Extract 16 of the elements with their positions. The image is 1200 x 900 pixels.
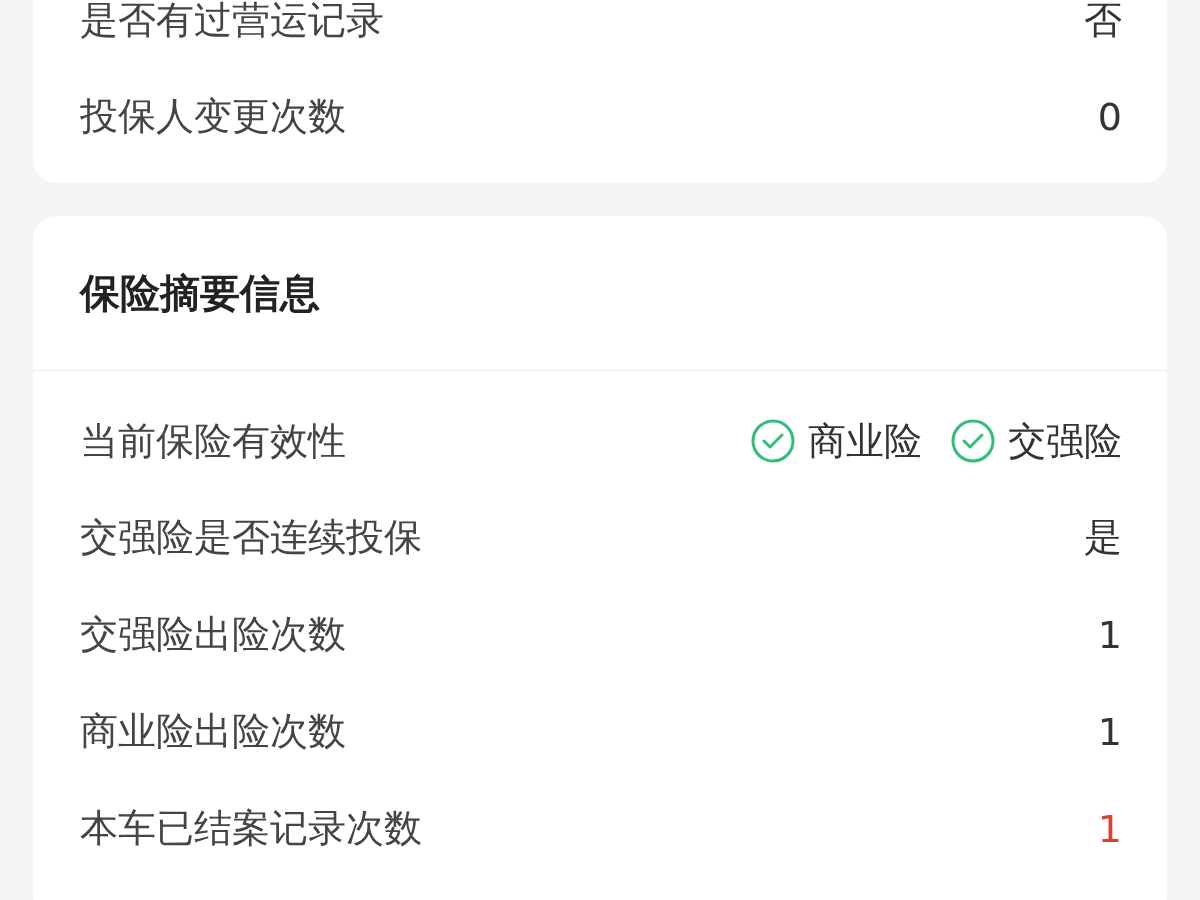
insurance-type: 交强险 — [1008, 417, 1122, 465]
row-label: 交强险出险次数 — [80, 611, 346, 658]
row-label: 当前保险有效性 — [80, 417, 346, 465]
row-label: 交强险是否连续投保 — [80, 514, 422, 561]
row-label: 本车已结案记录次数 — [80, 805, 422, 852]
row-label: 商业险出险次数 — [80, 708, 346, 755]
section-title: 保险摘要信息 — [80, 268, 320, 318]
row-value: 1 — [1097, 806, 1122, 851]
row-label: 是否有过营运记录 — [80, 0, 384, 44]
row-label: 投保人变更次数 — [80, 93, 346, 140]
row-value: 是 — [1084, 514, 1122, 561]
row-value: 1 — [1097, 612, 1122, 657]
insurance-type: 商业险 — [808, 417, 922, 465]
row-value: 1 — [1097, 709, 1122, 754]
row-value: 0 — [1097, 94, 1122, 139]
row-value: 否 — [1084, 0, 1122, 44]
